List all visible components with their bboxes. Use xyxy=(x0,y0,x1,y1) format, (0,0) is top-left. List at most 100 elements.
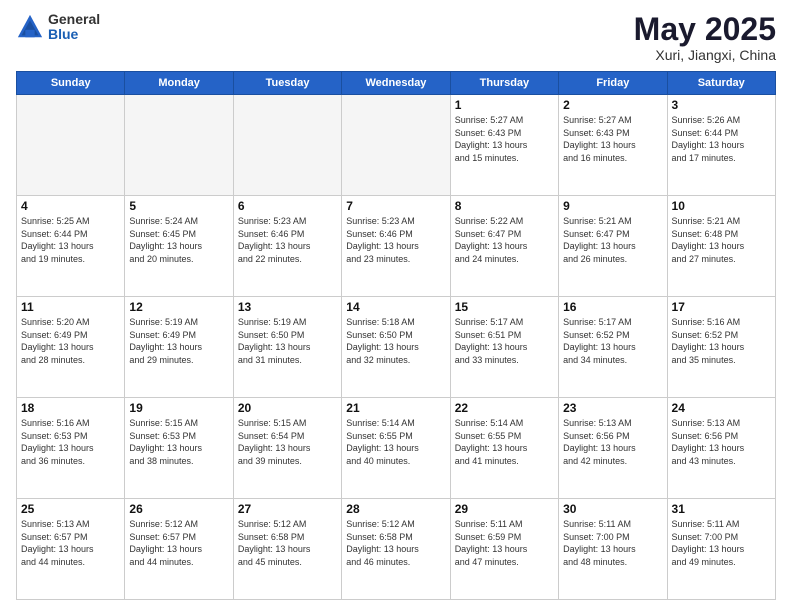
day-info: Sunrise: 5:12 AM Sunset: 6:58 PM Dayligh… xyxy=(238,518,337,568)
calendar-week-row: 18Sunrise: 5:16 AM Sunset: 6:53 PM Dayli… xyxy=(17,398,776,499)
day-number: 29 xyxy=(455,502,554,516)
calendar-cell: 11 Sunrise: 5:20 AM Sunset: 6:49 PM Dayli… xyxy=(17,297,125,398)
day-info: Sunrise: 5:13 AM Sunset: 6:57 PM Dayligh… xyxy=(21,518,120,568)
day-number: 9 xyxy=(563,199,662,213)
calendar-cell: 27Sunrise: 5:12 AM Sunset: 6:58 PM Dayli… xyxy=(233,499,341,600)
day-info: Sunrise: 5:20 AM Sunset: 6:49 PM Dayligh… xyxy=(21,316,120,366)
day-info: Sunrise: 5:23 AM Sunset: 6:46 PM Dayligh… xyxy=(238,215,337,265)
month-title: May 2025 xyxy=(634,12,776,47)
calendar-cell: 31Sunrise: 5:11 AM Sunset: 7:00 PM Dayli… xyxy=(667,499,775,600)
day-info: Sunrise: 5:12 AM Sunset: 6:58 PM Dayligh… xyxy=(346,518,445,568)
logo-icon xyxy=(16,13,44,41)
day-number: 2 xyxy=(563,98,662,112)
calendar-cell: 5Sunrise: 5:24 AM Sunset: 6:45 PM Daylig… xyxy=(125,196,233,297)
logo-blue-text: Blue xyxy=(48,27,100,42)
day-number: 30 xyxy=(563,502,662,516)
day-number: 12 xyxy=(129,300,228,314)
day-info: Sunrise: 5:27 AM Sunset: 6:43 PM Dayligh… xyxy=(455,114,554,164)
calendar-cell: 14 Sunrise: 5:18 AM Sunset: 6:50 PM Dayli… xyxy=(342,297,450,398)
day-header-saturday: Saturday xyxy=(667,72,775,95)
day-number: 13 xyxy=(238,300,337,314)
logo-general-text: General xyxy=(48,12,100,27)
calendar-cell: 9 Sunrise: 5:21 AM Sunset: 6:47 PM Daylig… xyxy=(559,196,667,297)
day-info: Sunrise: 5:15 AM Sunset: 6:54 PM Dayligh… xyxy=(238,417,337,467)
day-number: 23 xyxy=(563,401,662,415)
calendar-week-row: 1Sunrise: 5:27 AM Sunset: 6:43 PM Daylig… xyxy=(17,95,776,196)
calendar-cell: 19 Sunrise: 5:15 AM Sunset: 6:53 PM Dayli… xyxy=(125,398,233,499)
day-info: Sunrise: 5:12 AM Sunset: 6:57 PM Dayligh… xyxy=(129,518,228,568)
calendar-cell: 15 Sunrise: 5:17 AM Sunset: 6:51 PM Dayli… xyxy=(450,297,558,398)
title-block: May 2025 Xuri, Jiangxi, China xyxy=(634,12,776,63)
calendar-cell: 25 Sunrise: 5:13 AM Sunset: 6:57 PM Dayli… xyxy=(17,499,125,600)
day-info: Sunrise: 5:23 AM Sunset: 6:46 PM Dayligh… xyxy=(346,215,445,265)
day-number: 20 xyxy=(238,401,337,415)
day-info: Sunrise: 5:17 AM Sunset: 6:51 PM Dayligh… xyxy=(455,316,554,366)
day-info: Sunrise: 5:19 AM Sunset: 6:49 PM Dayligh… xyxy=(129,316,228,366)
day-number: 14 xyxy=(346,300,445,314)
calendar-cell: 7 Sunrise: 5:23 AM Sunset: 6:46 PM Daylig… xyxy=(342,196,450,297)
day-number: 11 xyxy=(21,300,120,314)
day-number: 15 xyxy=(455,300,554,314)
day-info: Sunrise: 5:16 AM Sunset: 6:53 PM Dayligh… xyxy=(21,417,120,467)
calendar-cell: 3 Sunrise: 5:26 AM Sunset: 6:44 PM Daylig… xyxy=(667,95,775,196)
calendar-cell: 24Sunrise: 5:13 AM Sunset: 6:56 PM Dayli… xyxy=(667,398,775,499)
location: Xuri, Jiangxi, China xyxy=(634,47,776,63)
calendar-cell: 2 Sunrise: 5:27 AM Sunset: 6:43 PM Daylig… xyxy=(559,95,667,196)
calendar-cell xyxy=(125,95,233,196)
day-number: 21 xyxy=(346,401,445,415)
calendar-cell: 20 Sunrise: 5:15 AM Sunset: 6:54 PM Dayli… xyxy=(233,398,341,499)
day-number: 25 xyxy=(21,502,120,516)
day-number: 8 xyxy=(455,199,554,213)
day-info: Sunrise: 5:26 AM Sunset: 6:44 PM Dayligh… xyxy=(672,114,771,164)
day-number: 22 xyxy=(455,401,554,415)
day-header-wednesday: Wednesday xyxy=(342,72,450,95)
day-number: 31 xyxy=(672,502,771,516)
logo-text: General Blue xyxy=(48,12,100,43)
day-info: Sunrise: 5:16 AM Sunset: 6:52 PM Dayligh… xyxy=(672,316,771,366)
calendar-cell: 28 Sunrise: 5:12 AM Sunset: 6:58 PM Dayli… xyxy=(342,499,450,600)
calendar-cell: 18Sunrise: 5:16 AM Sunset: 6:53 PM Dayli… xyxy=(17,398,125,499)
calendar-cell: 26Sunrise: 5:12 AM Sunset: 6:57 PM Dayli… xyxy=(125,499,233,600)
day-number: 16 xyxy=(563,300,662,314)
day-info: Sunrise: 5:14 AM Sunset: 6:55 PM Dayligh… xyxy=(455,417,554,467)
day-info: Sunrise: 5:22 AM Sunset: 6:47 PM Dayligh… xyxy=(455,215,554,265)
day-number: 24 xyxy=(672,401,771,415)
day-number: 28 xyxy=(346,502,445,516)
day-info: Sunrise: 5:18 AM Sunset: 6:50 PM Dayligh… xyxy=(346,316,445,366)
day-number: 4 xyxy=(21,199,120,213)
day-info: Sunrise: 5:19 AM Sunset: 6:50 PM Dayligh… xyxy=(238,316,337,366)
calendar-cell: 22 Sunrise: 5:14 AM Sunset: 6:55 PM Dayli… xyxy=(450,398,558,499)
calendar-cell: 4 Sunrise: 5:25 AM Sunset: 6:44 PM Daylig… xyxy=(17,196,125,297)
calendar-cell: 29Sunrise: 5:11 AM Sunset: 6:59 PM Dayli… xyxy=(450,499,558,600)
calendar-week-row: 25 Sunrise: 5:13 AM Sunset: 6:57 PM Dayli… xyxy=(17,499,776,600)
page: General Blue May 2025 Xuri, Jiangxi, Chi… xyxy=(0,0,792,612)
calendar-cell: 21 Sunrise: 5:14 AM Sunset: 6:55 PM Dayli… xyxy=(342,398,450,499)
day-header-sunday: Sunday xyxy=(17,72,125,95)
day-info: Sunrise: 5:11 AM Sunset: 7:00 PM Dayligh… xyxy=(563,518,662,568)
calendar-cell: 13 Sunrise: 5:19 AM Sunset: 6:50 PM Dayli… xyxy=(233,297,341,398)
day-info: Sunrise: 5:14 AM Sunset: 6:55 PM Dayligh… xyxy=(346,417,445,467)
day-info: Sunrise: 5:15 AM Sunset: 6:53 PM Dayligh… xyxy=(129,417,228,467)
calendar-cell: 8 Sunrise: 5:22 AM Sunset: 6:47 PM Daylig… xyxy=(450,196,558,297)
day-number: 10 xyxy=(672,199,771,213)
calendar-cell: 23 Sunrise: 5:13 AM Sunset: 6:56 PM Dayli… xyxy=(559,398,667,499)
calendar-cell: 30 Sunrise: 5:11 AM Sunset: 7:00 PM Dayli… xyxy=(559,499,667,600)
day-info: Sunrise: 5:13 AM Sunset: 6:56 PM Dayligh… xyxy=(563,417,662,467)
day-info: Sunrise: 5:21 AM Sunset: 6:48 PM Dayligh… xyxy=(672,215,771,265)
calendar-cell xyxy=(233,95,341,196)
day-number: 7 xyxy=(346,199,445,213)
day-header-tuesday: Tuesday xyxy=(233,72,341,95)
day-info: Sunrise: 5:21 AM Sunset: 6:47 PM Dayligh… xyxy=(563,215,662,265)
header: General Blue May 2025 Xuri, Jiangxi, Chi… xyxy=(16,12,776,63)
logo: General Blue xyxy=(16,12,100,43)
day-info: Sunrise: 5:25 AM Sunset: 6:44 PM Dayligh… xyxy=(21,215,120,265)
calendar-cell xyxy=(342,95,450,196)
day-number: 3 xyxy=(672,98,771,112)
day-info: Sunrise: 5:27 AM Sunset: 6:43 PM Dayligh… xyxy=(563,114,662,164)
day-header-thursday: Thursday xyxy=(450,72,558,95)
calendar-cell xyxy=(17,95,125,196)
day-number: 19 xyxy=(129,401,228,415)
calendar-cell: 16Sunrise: 5:17 AM Sunset: 6:52 PM Dayli… xyxy=(559,297,667,398)
calendar-cell: 6Sunrise: 5:23 AM Sunset: 6:46 PM Daylig… xyxy=(233,196,341,297)
calendar-week-row: 4 Sunrise: 5:25 AM Sunset: 6:44 PM Daylig… xyxy=(17,196,776,297)
